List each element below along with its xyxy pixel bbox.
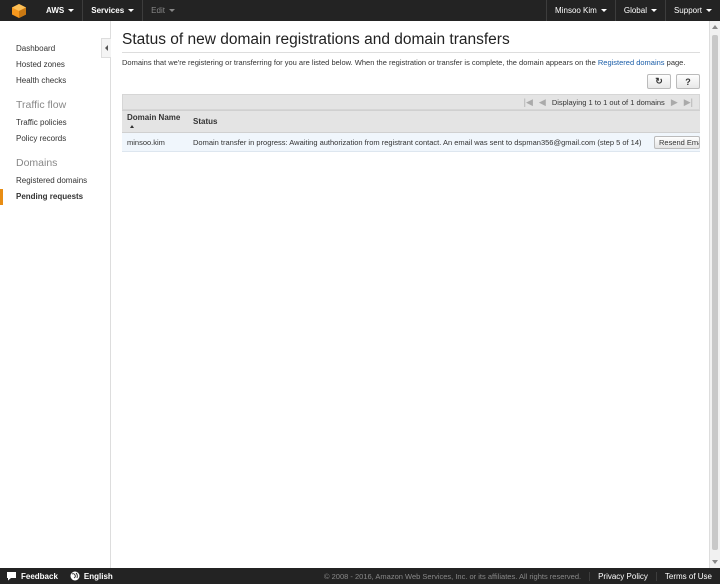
sidebar-item-health-checks[interactable]: Health checks [0,73,110,89]
sidebar-item-hosted-zones[interactable]: Hosted zones [0,57,110,73]
pending-requests-table: Domain Name Status minsoo.kim Domain tra… [122,110,700,152]
column-header-label: Domain Name [127,112,181,122]
feedback-button[interactable]: Feedback [0,571,64,581]
support-menu-label: Support [673,6,702,15]
table-header-row: Domain Name Status [122,110,700,133]
edit-menu[interactable]: Edit [143,0,183,21]
next-page-icon[interactable]: ▶ [671,97,678,108]
edit-menu-label: Edit [151,6,165,15]
user-menu-label: Minsoo Kim [555,6,597,15]
page-title: Status of new domain registrations and d… [122,31,700,53]
region-menu[interactable]: Global [614,0,665,21]
prev-page-icon[interactable]: ◀ [539,97,546,108]
description-text: Domains that we're registering or transf… [122,58,596,67]
sidebar-item-registered-domains[interactable]: Registered domains [0,173,110,189]
chevron-down-icon [650,9,657,12]
globe-icon [70,571,80,581]
registered-domains-link[interactable]: Registered domains [598,58,665,67]
table-row[interactable]: minsoo.kim Domain transfer in progress: … [122,132,700,152]
sort-ascending-icon [130,124,134,128]
user-menu[interactable]: Minsoo Kim [546,0,615,21]
services-menu[interactable]: Services [83,0,144,21]
main-content: Status of new domain registrations and d… [122,21,700,152]
page-description: Domains that we're registering or transf… [122,58,700,68]
scrollbar-thumb[interactable] [712,35,718,550]
pagination-text: Displaying 1 to 1 out of 1 domains [551,97,665,107]
sidebar-section-traffic-flow: Traffic flow [16,99,67,111]
sidebar-item-traffic-policies[interactable]: Traffic policies [0,115,110,131]
refresh-button[interactable]: ↻ [647,74,671,89]
pagination-bar: |◀ ◀ Displaying 1 to 1 out of 1 domains … [122,94,700,110]
column-header-label: Status [193,117,218,126]
footer-bar: Feedback English © 2008 - 2016, Amazon W… [0,568,720,584]
toolbar: ↻ ? [122,74,700,89]
chevron-down-icon [600,9,607,12]
copyright-text: © 2008 - 2016, Amazon Web Services, Inc.… [324,571,582,581]
domain-name-cell: minsoo.kim [122,132,188,152]
column-header-domain-name[interactable]: Domain Name [122,110,188,133]
aws-logo-icon[interactable] [0,0,38,21]
help-button[interactable]: ? [676,74,700,89]
sidebar-item-dashboard[interactable]: Dashboard [0,41,110,57]
status-cell: Domain transfer in progress: Awaiting au… [188,132,700,152]
aws-menu[interactable]: AWS [38,0,84,21]
sidebar-item-policy-records[interactable]: Policy records [0,131,110,147]
sidebar: Dashboard Hosted zones Health checks Tra… [0,21,111,568]
sidebar-collapse-toggle[interactable] [101,38,111,58]
speech-bubble-icon [7,572,16,581]
chevron-down-icon [128,9,135,12]
language-label: English [83,571,113,581]
region-menu-label: Global [623,6,647,15]
scroll-up-icon[interactable] [712,25,718,29]
description-suffix: page. [666,58,686,67]
support-menu[interactable]: Support [664,0,720,21]
chevron-left-icon [105,45,108,51]
first-page-icon[interactable]: |◀ [524,97,533,108]
chevron-down-icon [68,9,75,12]
column-header-status[interactable]: Status [188,110,700,133]
feedback-label: Feedback [21,571,58,581]
help-icon: ? [685,76,691,87]
chevron-down-icon [706,9,712,12]
sidebar-item-pending-requests[interactable]: Pending requests [0,189,110,205]
language-selector[interactable]: English [64,571,119,581]
scroll-down-icon[interactable] [712,560,718,564]
refresh-icon: ↻ [655,76,663,86]
terms-of-use-link[interactable]: Terms of Use [655,571,720,581]
sidebar-section-domains: Domains [16,157,58,169]
services-menu-label: Services [91,6,125,15]
last-page-icon[interactable]: ▶| [684,97,693,108]
status-text: Domain transfer in progress: Awaiting au… [193,137,642,147]
page-scrollbar[interactable] [709,21,720,568]
privacy-policy-link[interactable]: Privacy Policy [589,571,656,581]
chevron-down-icon [168,9,175,12]
aws-menu-label: AWS [46,6,65,15]
resend-email-button[interactable]: Resend Email [654,136,700,149]
top-nav-bar: AWS Services Edit Minsoo Kim Global Supp… [0,0,720,21]
